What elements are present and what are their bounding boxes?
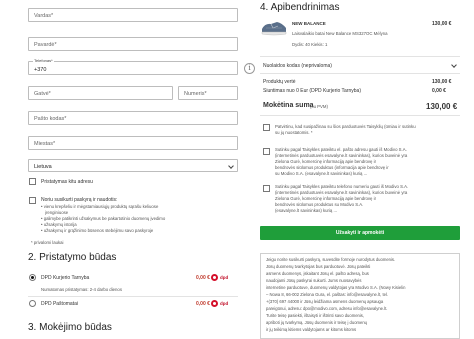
benefit-item: • užsakymų istorija — [41, 222, 77, 227]
benefit-item: • užsakymų ir grąžinimo būsenos stebėjim… — [41, 228, 154, 233]
divider — [260, 56, 460, 57]
country-select[interactable]: Lietuva — [28, 159, 238, 172]
terms-line: – Nowa 8, 66-002 Zielona Gura, el. pašta… — [266, 292, 389, 297]
consent-text: Sutinku pagal Taisykles pateiktu el. paš… — [275, 147, 407, 152]
consent-text: (internetinės parduotuvės esavalyne.lt s… — [275, 190, 408, 195]
shipping-option-price: 0,00 € — [196, 275, 210, 281]
divider — [260, 115, 460, 116]
required-note: * privalomi laukai — [31, 240, 64, 245]
product-size-qty: Dydis: 40 Kiekis: 1 — [292, 42, 328, 47]
consent-text: Zielona Gurė, komercinę informaciją apie… — [275, 159, 377, 164]
payment-section-title: 3. Mokėjimo būdas — [28, 322, 112, 333]
account-terms-box[interactable]: Jeigu norite susikurti paskyrą, suvesdit… — [260, 253, 460, 339]
product-image[interactable] — [260, 14, 288, 40]
terms-line: naudojami Jūsų paskyrai sukurti. Jums nu… — [266, 278, 362, 283]
product-price: 130,00 € — [432, 21, 452, 27]
terms-line: +(370) 697 44000 ir Jūsų leidžiama asmen… — [266, 299, 384, 304]
terms-line: internetine parduotuve, duomenų valdytoj… — [266, 285, 406, 290]
other-address-checkbox[interactable] — [29, 178, 36, 185]
first-name-input[interactable]: Vardas* — [28, 8, 238, 22]
terms-line: Jeigu norite susikurti paskyrą, suvesdit… — [266, 257, 396, 262]
consent-text: (esavalyne.lt savininkas) kurią ... — [275, 208, 338, 213]
total-value: 130,00 € — [426, 102, 458, 111]
create-account-title: Noriu susikurti paskyrą ir naudotis: — [41, 197, 118, 203]
consent-text: bendrovės siūlomus produktus (informacij… — [275, 165, 389, 170]
consent-text: Zielona Gurė, komercinę informaciją apie… — [275, 196, 377, 201]
divider — [260, 73, 460, 74]
dpd-logo-icon — [211, 300, 218, 307]
street-placeholder: Gatvė* — [34, 91, 51, 97]
chevron-down-icon — [228, 163, 234, 169]
consent-text: bendrovės siūlomus produktus su Modivo S… — [275, 202, 364, 207]
phone-input[interactable]: Telefonas* +370 — [28, 58, 255, 75]
chevron-down-icon[interactable] — [451, 62, 457, 68]
terms-line: pareigūnui, adresu: dpo@modivo.com, adre… — [266, 306, 388, 311]
shipping-cost-value: 0,00 € — [432, 88, 446, 94]
street-input[interactable]: Gatvė* — [28, 86, 173, 100]
total-vat-note: (su PVM) — [310, 104, 328, 109]
postcode-placeholder: Pašto kodas* — [34, 116, 67, 122]
terms-line: Jūsų duomenų tvarkytojas bus parduotuvė.… — [266, 264, 371, 269]
benefit-item: įrenginiuose — [45, 210, 69, 215]
last-name-input[interactable]: Pavardė* — [28, 37, 238, 51]
shipping-dpd-courier-radio[interactable] — [29, 274, 36, 281]
city-placeholder: Miestas* — [34, 141, 56, 147]
terms-line: ir jų teikimą kitiems valdytojams ar kit… — [266, 327, 357, 332]
shipping-cost-label: Siuntimas nuo 0 Eur (DPD Kurjerio Tarnyb… — [263, 88, 362, 94]
consent-text: Sutinku pagal Taisykles pateiktu telefon… — [275, 184, 409, 189]
shipping-option-price: 0,00 € — [196, 301, 210, 307]
city-input[interactable]: Miestas* — [28, 136, 238, 150]
shipping-section-title: 2. Pristatymo būdas — [28, 252, 117, 263]
discount-code-toggle[interactable]: Nuolaidos kodas (neprivaloma) — [263, 63, 332, 69]
shipping-option-note: Numatomas pristatymas: 2-4 darbo dienos — [41, 287, 122, 292]
terms-line: apriboti jų tvarkymą. Jūsų duomenis ir t… — [266, 320, 368, 325]
phone-marketing-checkbox[interactable] — [263, 185, 270, 192]
create-account-checkbox[interactable] — [29, 197, 36, 204]
first-name-placeholder: Vardas* — [34, 13, 54, 19]
shipping-option-name: DPD Paštomatai — [41, 301, 78, 307]
shipping-dpd-parcel-radio[interactable] — [29, 300, 36, 307]
terms-line: Turite teisę pasiekti, ištaisyti ir ištr… — [266, 313, 365, 318]
info-icon[interactable] — [244, 63, 255, 74]
phone-label: Telefonas* — [33, 58, 54, 63]
terms-consent-checkbox[interactable] — [263, 124, 270, 131]
dpd-brand: dpd — [220, 301, 229, 306]
subtotal-label: Produktų vertė — [263, 79, 296, 85]
dpd-brand: dpd — [220, 275, 229, 280]
phone-value: +370 — [34, 67, 47, 73]
benefit-item: • galimybe patikrinti užsakymus be pakar… — [41, 216, 166, 221]
place-order-button[interactable]: Užsakyti ir apmokėti — [260, 226, 460, 240]
product-brand: NEW BALANCE — [292, 21, 326, 26]
postcode-input[interactable]: Pašto kodas* — [28, 111, 238, 125]
email-marketing-checkbox[interactable] — [263, 148, 270, 155]
summary-section-title: 4. Apibendrinimas — [260, 2, 340, 13]
consent-text: su Modivo S.A. (esavalyne.lt savininkas)… — [275, 171, 368, 176]
total-label: Mokėtina suma — [263, 102, 314, 109]
consent-text: (internetinės parduotuvės esavalyne.lt s… — [275, 153, 408, 158]
country-value: Lietuva — [34, 164, 52, 170]
house-number-placeholder: Numeris* — [184, 91, 207, 97]
last-name-placeholder: Pavardė* — [34, 42, 57, 48]
dpd-logo-icon — [211, 274, 218, 281]
product-name: Laisvalaikio batai New Balance MS327OC M… — [292, 31, 388, 36]
benefit-item: • vienu krepšeliu ir mėgstamiausiųjų pro… — [41, 204, 159, 209]
house-number-input[interactable]: Numeris* — [178, 86, 238, 100]
consent-text: su jų nuostatomis. * — [275, 130, 313, 135]
consent-text: Patvirtinu, kad susipažinau su šios pard… — [275, 124, 416, 129]
subtotal-value: 130,00 € — [432, 79, 452, 85]
other-address-label: Pristatymas kitu adresu — [41, 179, 93, 185]
terms-line: asmens duomenys, įskaitant Jūsų el. pašt… — [266, 271, 369, 276]
shipping-option-name: DPD Kurjerio Tarnyba — [41, 275, 90, 281]
divider — [28, 296, 238, 297]
